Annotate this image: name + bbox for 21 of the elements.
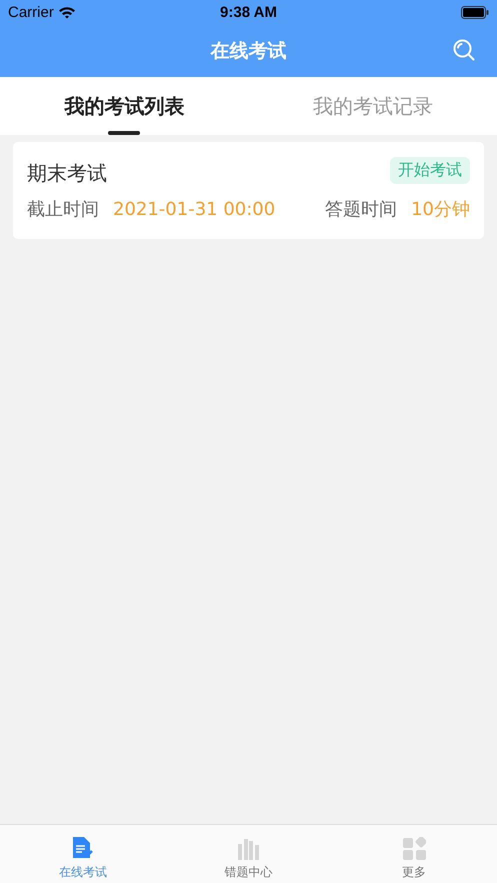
grid-icon (402, 837, 426, 860)
search-icon[interactable] (453, 39, 475, 61)
document-icon (70, 836, 95, 860)
exam-card[interactable]: 期末考试 开始考试 截止时间 2021-01-31 00:00 答题时间 10分钟 (13, 142, 484, 239)
tab-bar-item[interactable]: 错题中心 (166, 825, 332, 883)
deadline-value: 2021-01-31 00:00 (113, 198, 276, 220)
books-icon (236, 838, 260, 860)
wifi-icon (58, 6, 76, 19)
deadline-label: 截止时间 (27, 198, 99, 221)
battery-icon (461, 6, 489, 19)
duration-label: 答题时间 (325, 198, 398, 221)
carrier-label: Carrier (8, 4, 54, 21)
tab-bar-item[interactable]: 在线考试 (0, 825, 166, 883)
status-time: 9:38 AM (220, 4, 277, 21)
page-title: 在线考试 (210, 39, 286, 64)
exam-title: 期末考试 (27, 160, 107, 187)
tab-bar-item[interactable]: 更多 (331, 825, 497, 883)
tab[interactable]: 我的考试记录 (248, 77, 497, 135)
tab[interactable]: 我的考试列表 (0, 77, 248, 135)
duration-value: 10分钟 (411, 198, 470, 221)
start-exam-button[interactable]: 开始考试 (390, 157, 470, 184)
